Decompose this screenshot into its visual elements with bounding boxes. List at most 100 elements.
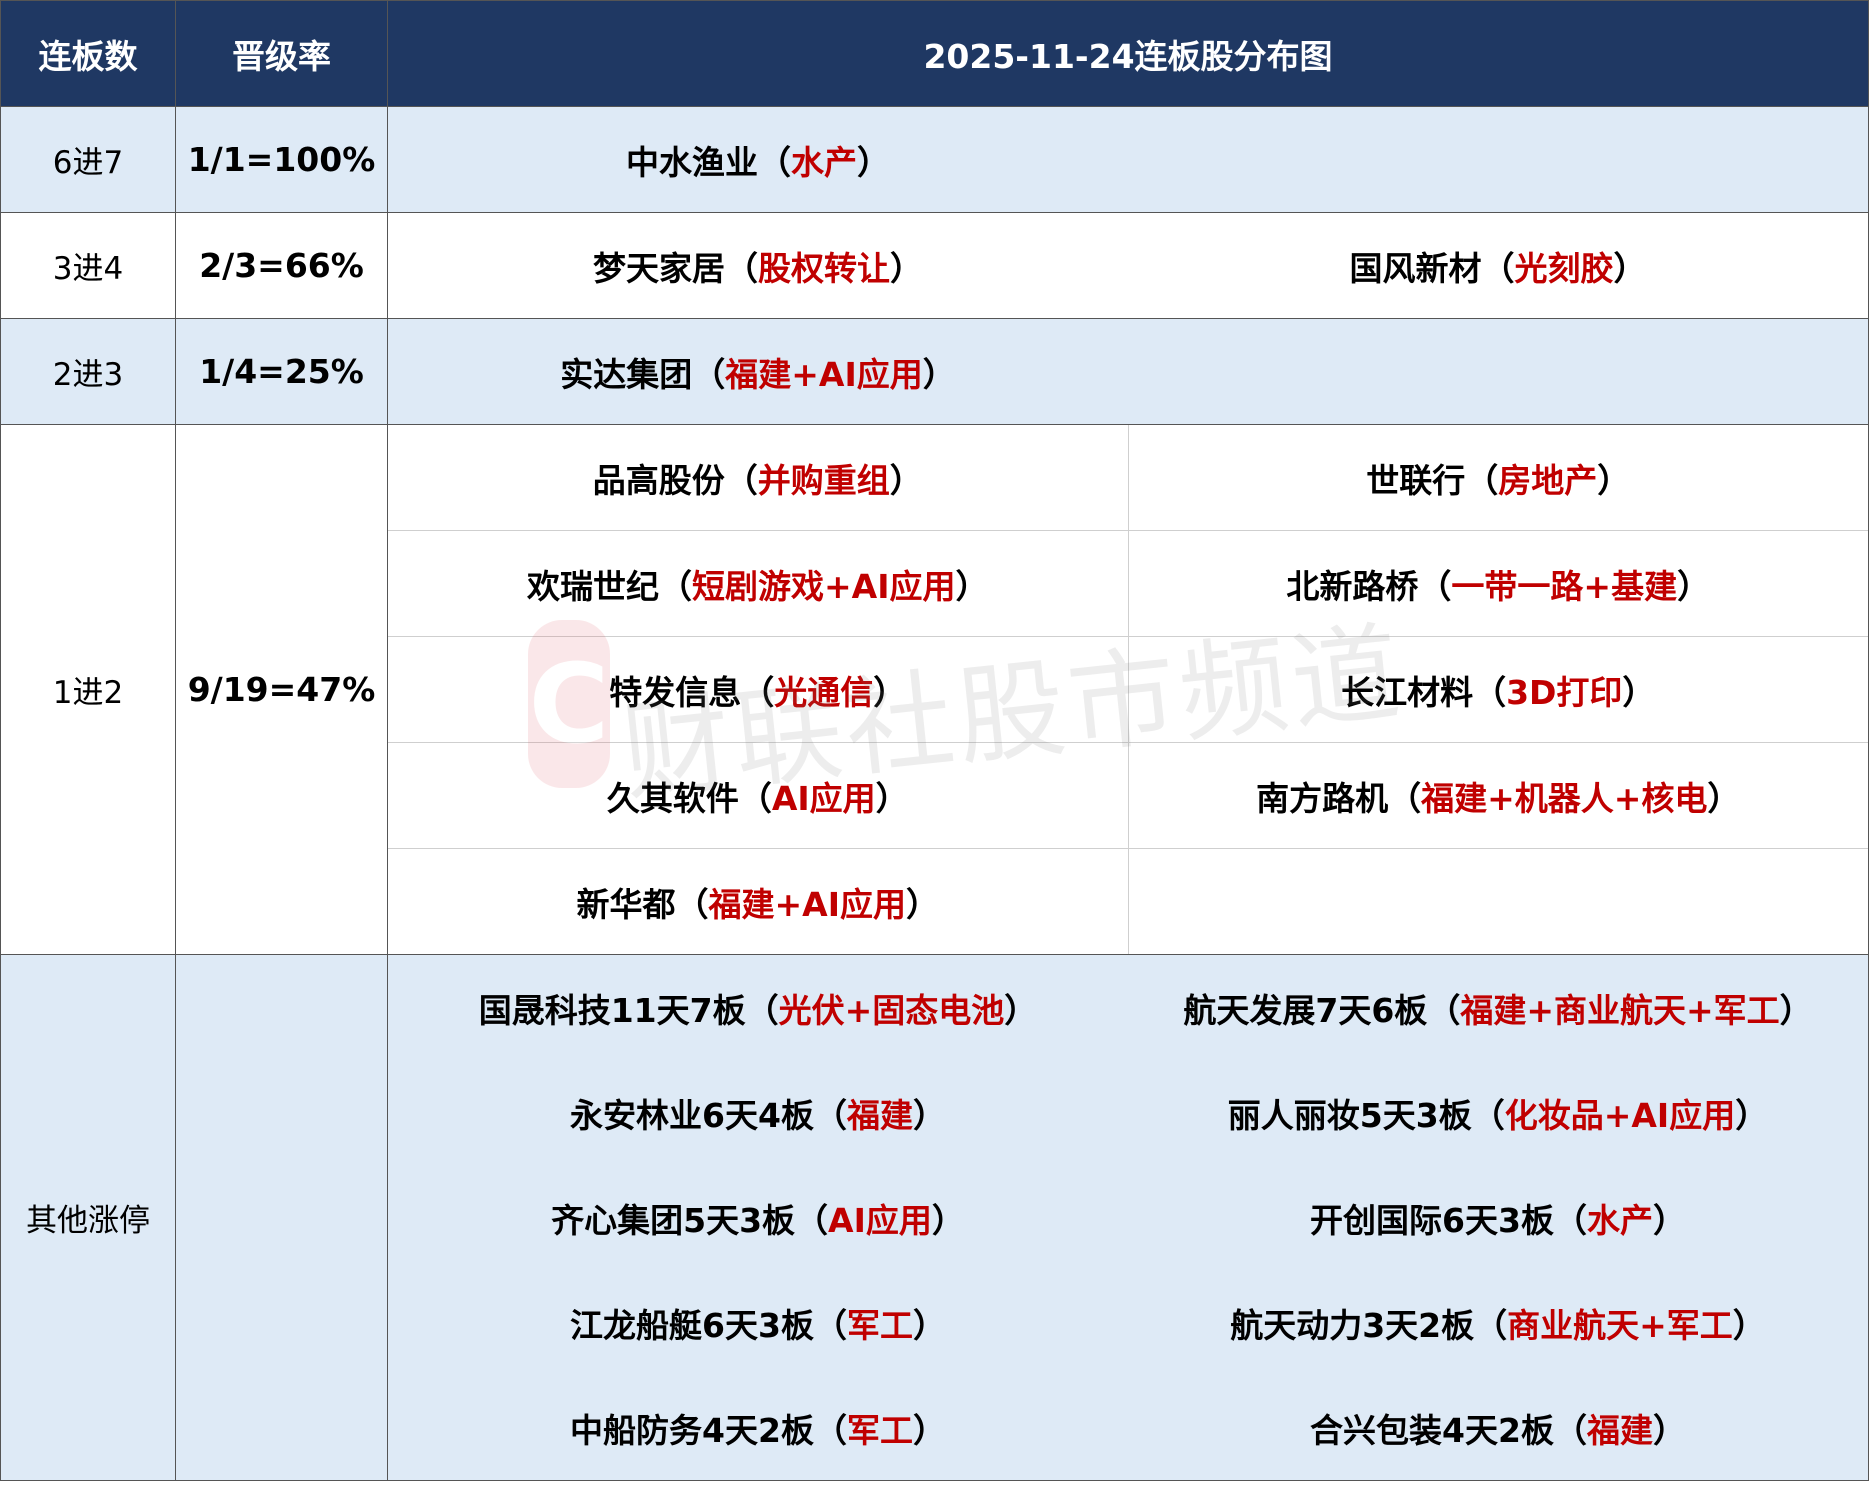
row-label: 1进2 — [0, 424, 176, 955]
stock-entry: 航天动力3天2板（商业航天+军工） — [1230, 1305, 1766, 1345]
stock-theme: 化妆品+AI应用 — [1504, 1095, 1736, 1135]
stock-entry: 国晟科技11天7板（光伏+固态电池） — [478, 990, 1038, 1030]
stock-cell: 品高股份（并购重组） — [388, 425, 1129, 531]
stock-theme: 并购重组 — [757, 460, 890, 500]
stock-cell: 国晟科技11天7板（光伏+固态电池） — [388, 955, 1128, 1060]
stock-name: 永安林业6天4板 — [570, 1095, 814, 1135]
stock-entry: 世联行（房地产） — [1366, 460, 1631, 500]
row-3-4: 3进4 2/3=66% 梦天家居（股权转让） 国风新材（光刻胶） — [0, 212, 1869, 319]
stock-cell: 欢瑞世纪（短剧游戏+AI应用） — [388, 530, 1129, 637]
stock-cell: 世联行（房地产） — [1128, 425, 1868, 531]
stock-entry: 久其软件（AI应用） — [606, 778, 909, 818]
stock-name: 合兴包装4天2板 — [1310, 1410, 1554, 1450]
stock-name: 久其软件 — [606, 778, 739, 818]
stock-name: 国风新材 — [1349, 248, 1482, 288]
stock-name: 航天发展7天6板 — [1183, 990, 1428, 1030]
stock-entry: 品高股份（并购重组） — [592, 460, 923, 500]
stock-entry: 南方路机（福建+机器人+核电） — [1256, 778, 1741, 818]
stock-theme: 光刻胶 — [1514, 248, 1614, 288]
stock-theme: 光伏+固态电池 — [778, 990, 1005, 1030]
stock-name: 中水渔业 — [626, 142, 758, 182]
row-label: 6进7 — [0, 106, 176, 213]
stock-entry: 航天发展7天6板（福建+商业航天+军工） — [1183, 990, 1813, 1030]
stock-name: 新华都 — [576, 884, 676, 924]
stock-theme: 福建+商业航天+军工 — [1460, 990, 1780, 1030]
stock-theme: 福建+机器人+核电 — [1421, 778, 1708, 818]
stock-name: 开创国际6天3板 — [1310, 1200, 1554, 1240]
stock-name: 国晟科技11天7板 — [478, 990, 746, 1030]
header-title: 2025-11-24连板股分布图 — [387, 0, 1869, 107]
row-stocks: 梦天家居（股权转让） 国风新材（光刻胶） — [387, 212, 1869, 319]
stock-cell: 国风新材（光刻胶） — [1128, 213, 1868, 318]
stock-entry: 江龙船艇6天3板（军工） — [570, 1305, 946, 1345]
stock-name: 品高股份 — [592, 460, 725, 500]
stock-entry: 齐心集团5天3板（AI应用） — [551, 1200, 965, 1240]
row-stocks: 国晟科技11天7板（光伏+固态电池） 航天发展7天6板（福建+商业航天+军工） … — [387, 954, 1869, 1481]
stock-name: 齐心集团5天3板 — [551, 1200, 796, 1240]
stock-cell: 南方路机（福建+机器人+核电） — [1128, 742, 1868, 849]
stock-cell: 江龙船艇6天3板（军工） — [388, 1270, 1128, 1375]
stock-theme: 3D打印 — [1506, 672, 1623, 712]
stock-name: 南方路机 — [1256, 778, 1389, 818]
stock-cell: 特发信息（光通信） — [388, 636, 1129, 743]
stock-name: 世联行 — [1366, 460, 1466, 500]
header-boards: 连板数 — [0, 0, 176, 107]
stock-entry: 梦天家居（股权转让） — [593, 248, 923, 288]
stock-theme: 股权转让 — [758, 248, 890, 288]
stock-name: 北新路桥 — [1286, 566, 1419, 606]
stock-cell: 齐心集团5天3板（AI应用） — [388, 1165, 1128, 1270]
stock-cell: 合兴包装4天2板（福建） — [1128, 1375, 1868, 1480]
stock-name: 江龙船艇6天3板 — [570, 1305, 814, 1345]
stock-cell: 航天发展7天6板（福建+商业航天+军工） — [1128, 955, 1868, 1060]
row-2-3: 2进3 1/4=25% 实达集团（福建+AI应用） — [0, 318, 1869, 425]
stock-entry: 欢瑞世纪（短剧游戏+AI应用） — [527, 566, 989, 606]
stock-name: 实达集团 — [560, 354, 693, 394]
stock-name: 中船防务4天2板 — [570, 1410, 814, 1450]
stock-cell: 永安林业6天4板（福建） — [388, 1060, 1128, 1165]
stock-cell: 丽人丽妆5天3板（化妆品+AI应用） — [1128, 1060, 1868, 1165]
stock-theme: 福建+AI应用 — [725, 354, 923, 394]
stock-entry: 永安林业6天4板（福建） — [570, 1095, 946, 1135]
stock-entry: 新华都（福建+AI应用） — [576, 884, 939, 924]
stock-theme: AI应用 — [828, 1200, 932, 1240]
stock-entry: 开创国际6天3板（水产） — [1310, 1200, 1686, 1240]
row-rate: 2/3=66% — [175, 212, 388, 319]
stock-entry: 长江材料（3D打印） — [1341, 672, 1656, 712]
header-row: 连板数 晋级率 2025-11-24连板股分布图 — [0, 0, 1869, 107]
stock-theme: 水产 — [1586, 1200, 1653, 1240]
row-stocks: 品高股份（并购重组） 世联行（房地产） 欢瑞世纪（短剧游戏+AI应用） 北新路桥… — [387, 424, 1869, 955]
stock-cell: 梦天家居（股权转让） — [388, 213, 1128, 318]
row-rate: 1/4=25% — [175, 318, 388, 425]
stock-theme: 水产 — [791, 142, 857, 182]
row-rate: 1/1=100% — [175, 106, 388, 213]
stock-entry: 中船防务4天2板（军工） — [570, 1410, 946, 1450]
stock-cell: 实达集团（福建+AI应用） — [388, 319, 1128, 424]
stock-entry: 国风新材（光刻胶） — [1349, 248, 1647, 288]
stock-entry: 实达集团（福建+AI应用） — [560, 354, 956, 394]
header-rate: 晋级率 — [175, 0, 388, 107]
stock-name: 丽人丽妆5天3板 — [1227, 1095, 1472, 1135]
stock-cell: 中水渔业（水产） — [388, 107, 1128, 212]
stock-theme: 军工 — [846, 1305, 913, 1345]
stock-theme: 福建+AI应用 — [708, 884, 906, 924]
stock-name: 梦天家居 — [593, 248, 725, 288]
stock-entry: 中水渔业（水产） — [626, 142, 890, 182]
stock-name: 欢瑞世纪 — [527, 566, 660, 606]
row-rate: 9/19=47% — [175, 424, 388, 955]
stock-cell: 开创国际6天3板（水产） — [1128, 1165, 1868, 1270]
row-label: 2进3 — [0, 318, 176, 425]
row-label: 3进4 — [0, 212, 176, 319]
stock-name: 航天动力3天2板 — [1230, 1305, 1475, 1345]
stock-theme: 福建 — [1586, 1410, 1653, 1450]
stock-entry: 丽人丽妆5天3板（化妆品+AI应用） — [1227, 1095, 1769, 1135]
stock-theme: 短剧游戏+AI应用 — [692, 566, 956, 606]
stock-cell: 长江材料（3D打印） — [1128, 636, 1868, 743]
stock-theme: 福建 — [846, 1095, 913, 1135]
stock-entry: 特发信息（光通信） — [609, 672, 907, 712]
stock-cell: 新华都（福建+AI应用） — [388, 848, 1129, 954]
row-stocks: 实达集团（福建+AI应用） — [387, 318, 1869, 425]
stock-cell: 北新路桥（一带一路+基建） — [1128, 530, 1868, 637]
row-6-7: 6进7 1/1=100% 中水渔业（水产） — [0, 106, 1869, 213]
stock-theme: 商业航天+军工 — [1507, 1305, 1733, 1345]
stock-name: 特发信息 — [609, 672, 742, 712]
